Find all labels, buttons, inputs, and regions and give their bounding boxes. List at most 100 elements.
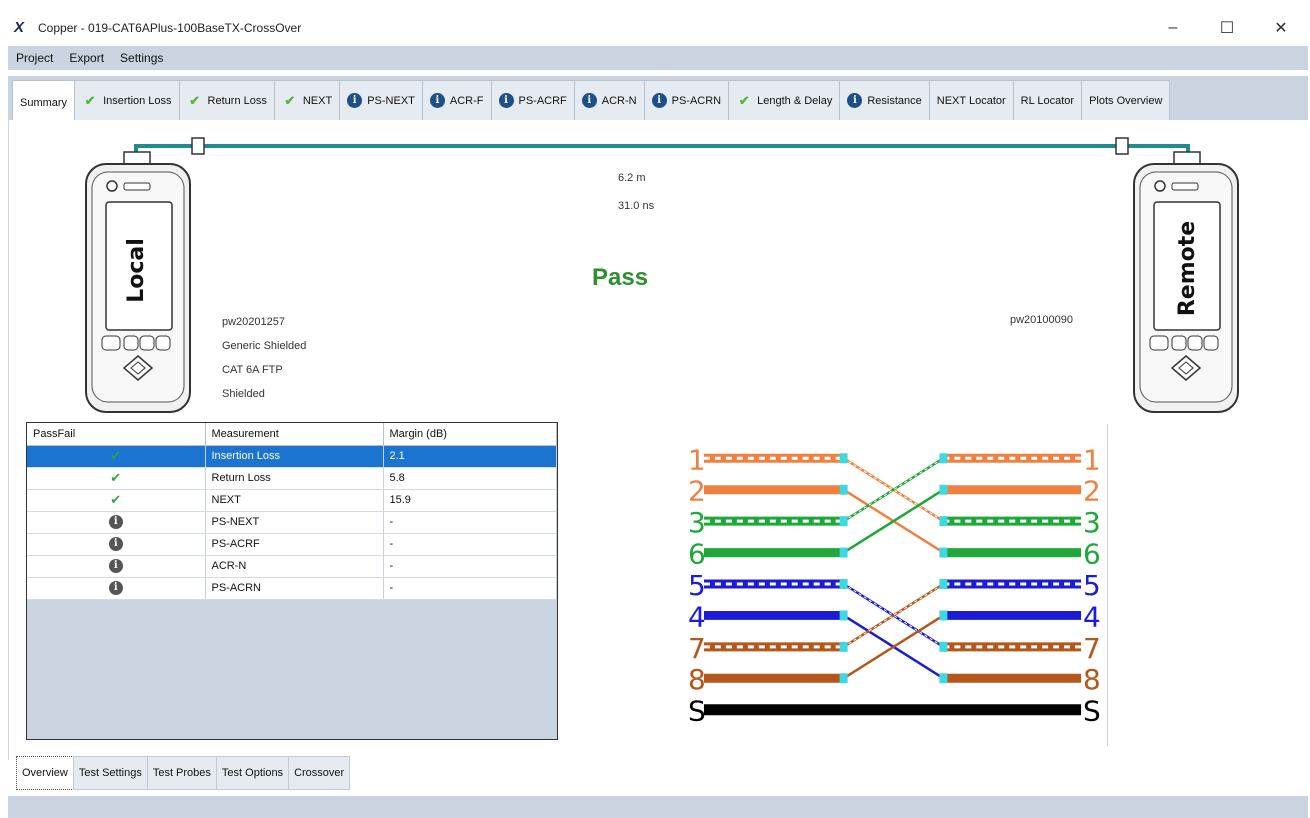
passfail-cell: i [27, 577, 206, 600]
right-pin-end [939, 516, 948, 527]
info-icon: i [347, 93, 363, 108]
left-pin-number: 2 [688, 475, 706, 508]
tab-next[interactable]: ✔ NEXT [273, 80, 341, 120]
bottom-tab-test-options[interactable]: Test Options [215, 756, 290, 790]
column-header-passfail[interactable]: PassFail [27, 423, 206, 446]
left-pin-number: 7 [688, 632, 706, 665]
passfail-cell: ✔ [27, 445, 206, 468]
left-pin-number: 5 [688, 569, 706, 602]
info-icon: i [651, 93, 667, 108]
bottom-tab-test-probes[interactable]: Test Probes [146, 756, 217, 790]
passfail-cell: i [27, 533, 206, 556]
table-row[interactable]: i PS-ACRF - [27, 533, 557, 556]
passfail-cell: ✔ [27, 489, 206, 512]
left-pin-number: 8 [688, 663, 706, 696]
info-icon: i [108, 581, 123, 595]
table-row[interactable]: i PS-ACRN - [27, 577, 557, 600]
title-bar: X Copper - 019-CAT6APlus-100BaseTX-Cross… [8, 10, 1308, 46]
tab-plots-overview[interactable]: Plots Overview [1081, 80, 1171, 120]
tab-label: Plots Overview [1089, 94, 1163, 107]
menu-project[interactable]: Project [8, 51, 61, 65]
tab-return-loss[interactable]: ✔ Return Loss [178, 80, 275, 120]
info-icon: i [108, 559, 123, 573]
right-pin-number: 4 [1083, 600, 1101, 633]
bottom-tab-crossover[interactable]: Crossover [288, 756, 351, 790]
table-row[interactable]: ✔ Insertion Loss 2.1 [27, 445, 557, 468]
bottom-tab-overview[interactable]: Overview [16, 756, 74, 790]
table-row[interactable]: ✔ Return Loss 5.8 [27, 467, 557, 490]
right-pin-number: 3 [1083, 506, 1101, 539]
close-button[interactable]: ✕ [1254, 10, 1308, 46]
local-device-id: pw20201257 [222, 316, 286, 328]
right-pin-number: 1 [1083, 443, 1101, 476]
tab-ps-next[interactable]: i PS-NEXT [339, 80, 423, 120]
tab-label: PS-ACRN [671, 94, 722, 107]
right-pin-number: 8 [1083, 663, 1101, 696]
column-header-margin[interactable]: Margin (dB) [383, 423, 557, 446]
result-tab-strip: Summary ✔ Insertion Loss ✔ Return Loss ✔ NEXT i… [8, 76, 1308, 124]
tab-ps-acrn[interactable]: i PS-ACRN [643, 80, 730, 120]
menu-export[interactable]: Export [61, 51, 112, 65]
info-icon: i [498, 93, 514, 108]
table-row[interactable]: ✔ NEXT 15.9 [27, 489, 557, 512]
menu-settings[interactable]: Settings [112, 51, 171, 65]
tab-label: Length & Delay [757, 94, 833, 107]
left-pin-end [839, 547, 848, 558]
tab-label: ACR-F [449, 94, 484, 107]
tab-label: Summary [20, 96, 68, 109]
tab-next-locator[interactable]: NEXT Locator [928, 80, 1014, 120]
cable-type: Generic Shielded [222, 340, 307, 352]
left-pin-number: 1 [688, 443, 706, 476]
propagation-delay: 31.0 ns [618, 200, 655, 212]
tab-acr-f[interactable]: i ACR-F [421, 80, 492, 120]
tab-rl-locator[interactable]: RL Locator [1012, 80, 1083, 120]
results-table[interactable]: PassFail Measurement Margin (dB) ✔ Insert… [26, 422, 558, 740]
cable-category: CAT 6A FTP [222, 364, 283, 376]
tab-label: RL Locator [1020, 94, 1075, 107]
tab-label: NEXT Locator [936, 94, 1006, 107]
minimize-button[interactable]: – [1146, 10, 1200, 46]
tab-label: PS-ACRF [518, 94, 567, 107]
measurement-cell: PS-NEXT [205, 511, 384, 534]
measurement-cell: Return Loss [205, 467, 384, 490]
tab-label: NEXT [302, 94, 333, 107]
tab-label: Insertion Loss [103, 94, 172, 107]
maximize-button[interactable]: ☐ [1200, 10, 1254, 46]
measurement-cell: Insertion Loss [205, 445, 384, 468]
margin-cell: 15.9 [383, 489, 557, 512]
tab-ps-acrf[interactable]: i PS-ACRF [490, 80, 575, 120]
wiremap-diagram: 12365478S12365478S [688, 424, 1108, 746]
margin-cell: 2.1 [383, 445, 557, 468]
tab-label: Return Loss [207, 94, 267, 107]
check-icon: ✔ [189, 92, 200, 108]
cable-length: 6.2 m [618, 172, 646, 184]
right-pin-end [939, 579, 948, 589]
passfail-cell: i [27, 511, 206, 534]
tab-length-delay[interactable]: ✔ Length & Delay [728, 80, 841, 120]
check-icon: ✔ [84, 92, 96, 108]
right-pin-end [939, 673, 948, 684]
table-row[interactable]: i PS-NEXT - [27, 511, 557, 534]
local-device-info: pw20201257 Generic Shielded CAT 6A FTP S… [222, 310, 306, 406]
right-pin-end [939, 547, 948, 558]
check-icon: ✔ [110, 492, 122, 507]
left-pin-end [839, 673, 848, 684]
left-pin-number: 6 [688, 538, 706, 571]
left-pin-number: 3 [688, 506, 706, 539]
passfail-cell: ✔ [27, 467, 206, 490]
remote-device-id: pw20100090 [1010, 314, 1074, 326]
tab-insertion-loss[interactable]: ✔ Insertion Loss [74, 80, 180, 120]
tab-resistance[interactable]: i Resistance [839, 80, 930, 120]
right-pin-number: 2 [1083, 475, 1101, 508]
tab-summary[interactable]: Summary [12, 80, 76, 124]
menu-bar: Project Export Settings [8, 46, 1308, 70]
check-icon: ✔ [110, 448, 122, 463]
right-pin-number: 7 [1083, 632, 1101, 665]
bottom-tab-test-settings[interactable]: Test Settings [72, 756, 148, 790]
tab-acr-n[interactable]: i ACR-N [573, 80, 645, 120]
measurement-cell: PS-ACRF [205, 533, 384, 556]
column-header-measurement[interactable]: Measurement [205, 423, 384, 446]
left-pin-number: 4 [688, 600, 706, 633]
table-row[interactable]: i ACR-N - [27, 555, 557, 578]
shielding: Shielded [222, 388, 265, 400]
